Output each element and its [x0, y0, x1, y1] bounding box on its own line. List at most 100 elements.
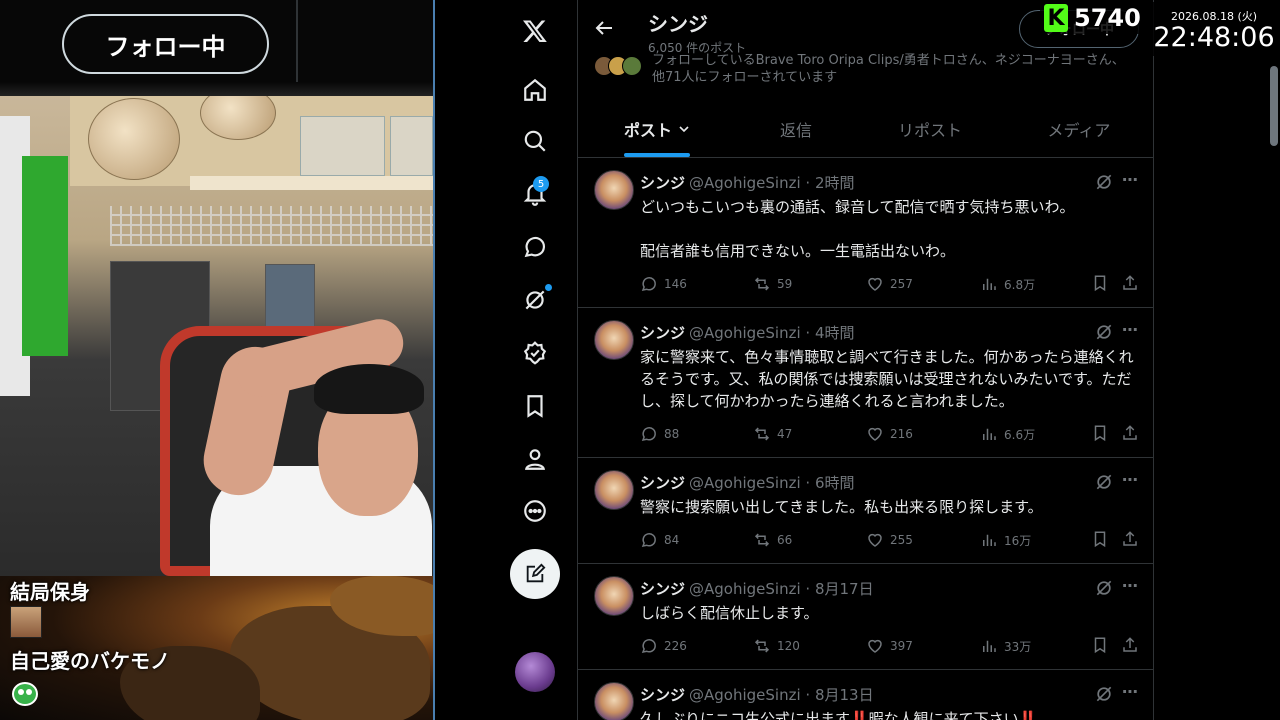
reply-button[interactable]: 226 [640, 636, 687, 656]
post-item[interactable]: シンジ @AgohigeSinzi · 8月13日 ⋯ 久しぶりにニコ生公式に出ま… [578, 670, 1153, 720]
bookmark-icon[interactable] [1091, 636, 1109, 654]
compose-button[interactable] [510, 549, 560, 599]
more-options-icon[interactable]: ⋯ [1120, 576, 1140, 596]
hanging-green-shirt [22, 156, 68, 356]
post-item[interactable]: シンジ @AgohigeSinzi · 8月17日 ⋯ しばらく配信休止します。 … [578, 564, 1153, 670]
tab-label: ポスト [623, 121, 672, 140]
like-count: 257 [890, 277, 913, 291]
webcam-feed [0, 96, 433, 576]
profile-name: シンジ [648, 12, 708, 36]
bookmark-icon[interactable] [1091, 424, 1109, 442]
reply-count: 88 [664, 427, 680, 441]
followed-by-text: フォローしているBrave Toro Oripa Clips/勇者トロさん、ネジ… [652, 53, 1125, 85]
tab-media[interactable]: メディア [1029, 100, 1129, 158]
overlay-caption-2: 自己愛のバケモノ [10, 649, 170, 673]
like-button[interactable]: 397 [866, 636, 913, 656]
more-options-icon[interactable]: ⋯ [1120, 320, 1140, 340]
post-author-name[interactable]: シンジ [640, 474, 685, 492]
view-count: 6.6万 [1004, 427, 1036, 442]
post-avatar[interactable] [594, 576, 634, 616]
reply-button[interactable]: 88 [640, 424, 679, 444]
x-logo-icon[interactable] [518, 14, 552, 48]
post-avatar[interactable] [594, 682, 634, 720]
messages-icon[interactable] [518, 230, 552, 264]
x-app-window: 5 シンジ 6,050 件のポスト フォロー中 [435, 0, 1280, 720]
reply-button[interactable]: 84 [640, 530, 679, 550]
share-icon[interactable] [1121, 530, 1139, 548]
share-icon[interactable] [1121, 636, 1139, 654]
post-header: シンジ @AgohigeSinzi · 8月17日 [640, 578, 874, 599]
repost-button[interactable]: 59 [753, 274, 792, 294]
post-handle-time[interactable]: @AgohigeSinzi · 8月17日 [689, 580, 874, 598]
reply-button[interactable]: 146 [640, 274, 687, 294]
views-button[interactable]: 6.8万 [980, 274, 1035, 294]
reply-icon [641, 277, 656, 292]
grok-icon[interactable] [1094, 322, 1114, 342]
repost-button[interactable]: 66 [753, 530, 792, 550]
grok-icon[interactable] [1094, 684, 1114, 704]
views-button[interactable]: 33万 [980, 636, 1031, 656]
views-button[interactable]: 16万 [980, 530, 1031, 550]
account-avatar[interactable] [515, 652, 555, 692]
notification-badge: 5 [533, 176, 549, 192]
repost-button[interactable]: 47 [753, 424, 792, 444]
repost-icon [754, 533, 770, 547]
share-icon[interactable] [1121, 274, 1139, 292]
person-hair [314, 364, 424, 414]
viewer-count: 5740 [1074, 4, 1141, 32]
tab-replies[interactable]: 返信 [746, 100, 846, 158]
like-count: 255 [890, 533, 913, 547]
post-item[interactable]: シンジ @AgohigeSinzi · 2時間 ⋯ どいつもこいつも裏の通話、録音… [578, 158, 1153, 308]
post-avatar[interactable] [594, 170, 634, 210]
post-handle-time[interactable]: @AgohigeSinzi · 2時間 [689, 174, 854, 192]
repost-count: 66 [777, 533, 793, 547]
more-options-icon[interactable]: ⋯ [1120, 682, 1140, 702]
post-author-name[interactable]: シンジ [640, 580, 685, 598]
verified-icon[interactable] [518, 336, 552, 370]
bookmarks-icon[interactable] [518, 389, 552, 423]
post-handle-time[interactable]: @AgohigeSinzi · 4時間 [689, 324, 854, 342]
display-case [390, 116, 433, 176]
share-icon[interactable] [1121, 424, 1139, 442]
post-avatar[interactable] [594, 320, 634, 360]
overlay-caption-1: 結局保身 [10, 580, 90, 604]
views-button[interactable]: 6.6万 [980, 424, 1035, 444]
more-options-icon[interactable]: ⋯ [1120, 470, 1140, 490]
overlay-avatar [10, 606, 42, 638]
scrollbar[interactable] [1270, 66, 1278, 146]
repost-button[interactable]: 120 [753, 636, 800, 656]
bookmark-icon[interactable] [1091, 530, 1109, 548]
post-header: シンジ @AgohigeSinzi · 8月13日 [640, 684, 874, 705]
search-icon[interactable] [518, 124, 552, 158]
bookmark-icon[interactable] [1091, 274, 1109, 292]
profile-icon[interactable] [518, 442, 552, 476]
post-handle-time[interactable]: @AgohigeSinzi · 6時間 [689, 474, 854, 492]
like-button[interactable]: 257 [866, 274, 913, 294]
tab-reposts[interactable]: リポスト [880, 100, 980, 158]
followers-you-know[interactable]: フォローしているBrave Toro Oripa Clips/勇者トロさん、ネジ… [594, 52, 1139, 86]
grok-icon[interactable] [1094, 172, 1114, 192]
post-handle-time[interactable]: @AgohigeSinzi · 8月13日 [689, 686, 874, 704]
stream-panel: フォロー中 結局保身 自己愛のバケモノ [0, 0, 433, 720]
post-author-name[interactable]: シンジ [640, 686, 685, 704]
home-icon[interactable] [518, 73, 552, 107]
more-options-icon[interactable]: ⋯ [1120, 170, 1140, 190]
like-count: 397 [890, 639, 913, 653]
post-avatar[interactable] [594, 470, 634, 510]
back-arrow-icon[interactable] [592, 16, 616, 40]
like-button[interactable]: 216 [866, 424, 913, 444]
captured-follow-button: フォロー中 [62, 14, 269, 74]
post-item[interactable]: シンジ @AgohigeSinzi · 6時間 ⋯ 警察に捜索願い出してきました。… [578, 458, 1153, 564]
post-author-name[interactable]: シンジ [640, 174, 685, 192]
post-header: シンジ @AgohigeSinzi · 6時間 [640, 472, 855, 493]
like-button[interactable]: 255 [866, 530, 913, 550]
post-author-name[interactable]: シンジ [640, 324, 685, 342]
post-item[interactable]: シンジ @AgohigeSinzi · 4時間 ⋯ 家に警察来て、色々事情聴取と調… [578, 308, 1153, 458]
chevron-down-icon [679, 126, 689, 133]
stream-clock: 2026.08.18 (火) 22:48:06 [1150, 2, 1278, 56]
grok-icon[interactable] [1094, 578, 1114, 598]
analytics-icon [983, 534, 996, 546]
grok-icon[interactable] [1094, 472, 1114, 492]
more-icon[interactable] [518, 494, 552, 528]
tab-posts[interactable]: ポスト [608, 100, 708, 158]
